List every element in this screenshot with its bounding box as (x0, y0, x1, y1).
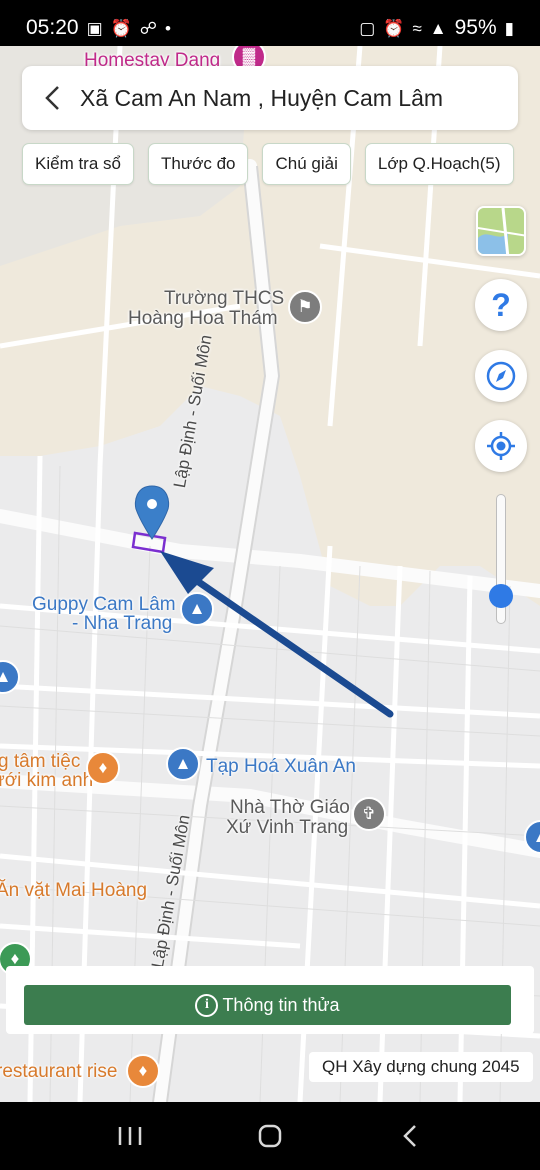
restaurant-icon[interactable]: ♦ (86, 751, 120, 785)
restaurant-icon[interactable]: ♦ (126, 1054, 160, 1088)
map-layer-button[interactable] (476, 206, 526, 256)
chip-planning-layers[interactable]: Lớp Q.Hoạch(5) (364, 143, 514, 185)
nfc-icon: ▢ (359, 18, 376, 38)
poi-restaurant[interactable]: restaurant rise (0, 1061, 117, 1082)
poi-guppy-line1[interactable]: Guppy Cam Lâm (32, 594, 176, 615)
map-base (0, 46, 540, 1102)
poi-school-line2[interactable]: Hoàng Hoa Thám (128, 308, 278, 329)
system-nav-bar (0, 1102, 540, 1170)
church-icon[interactable]: ✞ (352, 797, 386, 831)
map-view[interactable]: Homestay Dang ▓ Trường THCS Hoàng Hoa Th… (0, 46, 540, 1102)
back-icon[interactable] (380, 1123, 440, 1149)
shopping-icon[interactable]: ▲ (180, 592, 214, 626)
location-title: Xã Cam An Nam , Huyện Cam Lâm (80, 84, 444, 111)
signal-icon: ▲ (429, 18, 447, 38)
recent-apps-icon[interactable] (100, 1125, 160, 1147)
crosshair-icon (487, 432, 515, 460)
poi-anvat[interactable]: Ăn vặt Mai Hoàng (0, 880, 147, 901)
compass-button[interactable] (475, 350, 527, 402)
alarm-icon: ⏰ (383, 18, 405, 38)
home-icon[interactable] (240, 1123, 300, 1149)
poi-tamtiec-line2[interactable]: ưới kim anh (0, 770, 93, 791)
poi-church-line2[interactable]: Xứ Vinh Trang (226, 817, 348, 838)
planning-label[interactable]: QH Xây dựng chung 2045 (309, 1052, 533, 1082)
map-layer-icon (478, 208, 524, 254)
parcel-info-label: Thông tin thửa (222, 994, 340, 1015)
status-time: 05:20 (26, 16, 79, 39)
chip-legend[interactable]: Chú giải (262, 143, 351, 185)
school-icon[interactable]: ⚑ (288, 290, 322, 324)
shopping-icon[interactable]: ▲ (166, 747, 200, 781)
back-arrow-icon[interactable] (38, 84, 66, 112)
my-location-button[interactable] (475, 420, 527, 472)
messenger-icon: ☍ (139, 18, 158, 38)
compass-icon (486, 361, 516, 391)
poi-taphoa[interactable]: Tạp Hoá Xuân An (206, 756, 356, 777)
opacity-slider-thumb[interactable] (489, 584, 513, 608)
info-icon: i (195, 993, 219, 1017)
image-icon: ▣ (86, 18, 103, 38)
dot-icon: • (165, 18, 171, 38)
poi-guppy-line2[interactable]: - Nha Trang (72, 613, 172, 634)
parcel-info-button[interactable]: i Thông tin thửa (24, 985, 511, 1025)
chip-ruler[interactable]: Thước đo (147, 143, 249, 185)
poi-tamtiec-line1[interactable]: g tâm tiệc (0, 751, 80, 772)
help-icon: ? (491, 286, 511, 323)
battery-percent: 95% (454, 16, 497, 39)
wifi-icon: ≈ (412, 18, 422, 38)
help-button[interactable]: ? (475, 279, 527, 331)
alarm-icon: ⏰ (110, 18, 132, 38)
poi-church-line1[interactable]: Nhà Thờ Giáo (230, 797, 350, 818)
search-bar[interactable]: Xã Cam An Nam , Huyện Cam Lâm (22, 66, 518, 130)
poi-school-line1[interactable]: Trường THCS (164, 288, 284, 309)
chip-check-certificate[interactable]: Kiểm tra sổ (22, 143, 134, 185)
toolbar-chips: Kiểm tra sổ Thước đo Chú giải Lớp Q.Hoạc… (22, 143, 514, 185)
battery-icon: ▮ (504, 18, 514, 38)
location-pin (134, 485, 170, 540)
